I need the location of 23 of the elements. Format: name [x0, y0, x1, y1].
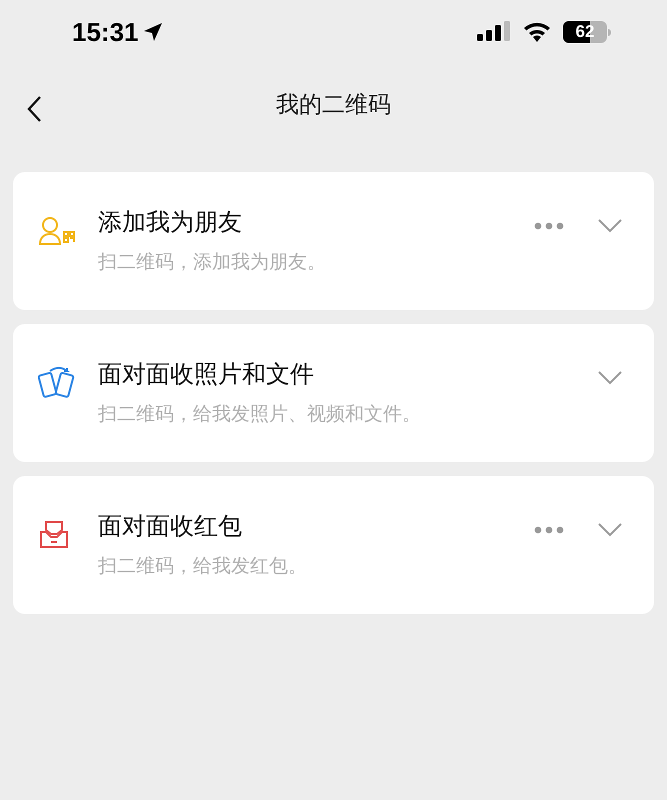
- signal-icon: [477, 21, 511, 43]
- back-chevron-icon: [26, 95, 42, 123]
- page-title: 我的二维码: [276, 90, 391, 119]
- more-dots-icon[interactable]: [534, 526, 564, 534]
- gift-packet-icon: [38, 520, 70, 550]
- card-subtitle: 扫二维码，给我发红包。: [98, 554, 308, 579]
- card-title: 面对面收红包: [98, 512, 243, 542]
- more-dots-icon[interactable]: [534, 222, 564, 230]
- qr-option-card[interactable]: 添加我为朋友 扫二维码，添加我为朋友。: [13, 172, 654, 310]
- card-subtitle: 扫二维码，给我发照片、视频和文件。: [98, 402, 422, 427]
- person-qr-icon: [38, 216, 76, 246]
- two-phones-icon: [38, 366, 76, 400]
- wifi-icon: [523, 21, 551, 43]
- card-subtitle: 扫二维码，添加我为朋友。: [98, 250, 327, 275]
- card-title: 面对面收照片和文件: [98, 360, 315, 390]
- qr-option-card[interactable]: 面对面收照片和文件 扫二维码，给我发照片、视频和文件。: [13, 324, 654, 462]
- card-title: 添加我为朋友: [98, 208, 243, 238]
- expand-chevron-icon[interactable]: [598, 523, 622, 537]
- qr-option-card[interactable]: 面对面收红包 扫二维码，给我发红包。: [13, 476, 654, 614]
- expand-chevron-icon[interactable]: [598, 219, 622, 233]
- location-arrow-icon: [142, 22, 162, 42]
- expand-chevron-icon[interactable]: [598, 371, 622, 385]
- clock-time: 15:31: [72, 16, 138, 48]
